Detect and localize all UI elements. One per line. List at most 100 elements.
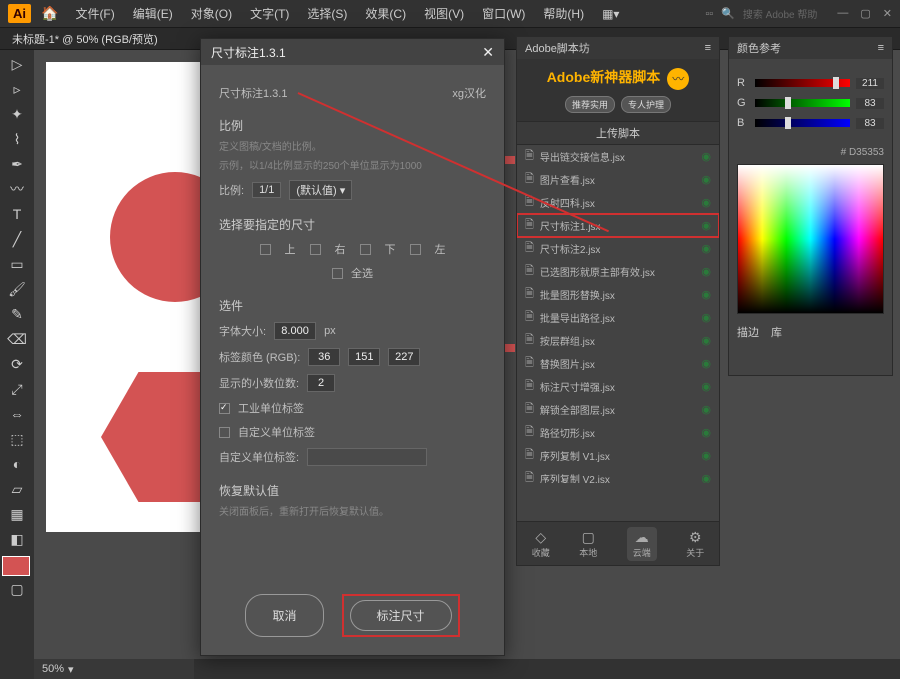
color-tab[interactable]: 颜色参考	[737, 40, 781, 56]
menu-object[interactable]: 对象(O)	[184, 5, 239, 22]
color-panel-menu-icon[interactable]: ≡	[878, 42, 884, 54]
font-size-input[interactable]	[274, 322, 316, 340]
script-item[interactable]: 🗎已选图形就原主部有效.jsx◉	[517, 260, 719, 283]
script-item[interactable]: 🗎序列复制 V2.jsx◉	[517, 467, 719, 483]
gradient-tool-icon[interactable]: ◧	[2, 527, 32, 551]
script-item[interactable]: 🗎导出链交接信息.jsx◉	[517, 145, 719, 168]
play-icon[interactable]: ◉	[701, 196, 711, 209]
scale-default-dropdown[interactable]: (默认值) ▾	[289, 180, 352, 200]
search-icon[interactable]: 🔍	[721, 7, 735, 20]
panel-menu-icon[interactable]: ≡	[705, 42, 711, 54]
b-slider[interactable]	[755, 119, 850, 127]
swatch-tab-library[interactable]: 库	[771, 324, 782, 340]
script-item[interactable]: 🗎路径切形.jsx◉	[517, 421, 719, 444]
curvature-tool-icon[interactable]: 〰	[2, 177, 32, 201]
script-item[interactable]: 🗎按层群组.jsx◉	[517, 329, 719, 352]
script-item[interactable]: 🗎序列复制 V1.jsx◉	[517, 444, 719, 467]
bottom-nav-item[interactable]: ▢本地	[579, 529, 597, 559]
scale-tool-icon[interactable]: ⤢	[2, 377, 32, 401]
play-icon[interactable]: ◉	[701, 334, 711, 347]
menu-extra-icon[interactable]: ▦▾	[595, 7, 626, 21]
script-item[interactable]: 🗎反射四科.jsx◉	[517, 191, 719, 214]
free-transform-icon[interactable]: ⬚	[2, 427, 32, 451]
shaper-tool-icon[interactable]: ✎	[2, 302, 32, 326]
play-icon[interactable]: ◉	[701, 265, 711, 278]
direct-select-tool-icon[interactable]: ▹	[2, 77, 32, 101]
menu-effect[interactable]: 效果(C)	[358, 5, 413, 22]
script-item[interactable]: 🗎批量导出路径.jsx◉	[517, 306, 719, 329]
play-icon[interactable]: ◉	[701, 472, 711, 483]
cb-bottom[interactable]	[360, 244, 371, 255]
perspective-tool-icon[interactable]: ▱	[2, 477, 32, 501]
play-icon[interactable]: ◉	[701, 449, 711, 462]
close-icon[interactable]: ✕	[883, 7, 892, 20]
scale-dropdown[interactable]: 1/1	[252, 182, 281, 198]
scripts-tab[interactable]: Adobe脚本坊	[525, 40, 590, 56]
pen-tool-icon[interactable]: ✒	[2, 152, 32, 176]
screen-mode-icon[interactable]: ▢	[2, 577, 32, 601]
menu-help[interactable]: 帮助(H)	[536, 5, 591, 22]
eraser-tool-icon[interactable]: ⌫	[2, 327, 32, 351]
script-item[interactable]: 🗎尺寸标注2.jsx◉	[517, 237, 719, 260]
script-item[interactable]: 🗎替换图片.jsx◉	[517, 352, 719, 375]
menu-select[interactable]: 选择(S)	[300, 5, 354, 22]
cb-custom[interactable]	[219, 427, 230, 438]
rotate-tool-icon[interactable]: ⟳	[2, 352, 32, 376]
play-icon[interactable]: ◉	[701, 426, 711, 439]
banner-btn-1[interactable]: 推荐实用	[565, 96, 615, 113]
type-tool-icon[interactable]: T	[2, 202, 32, 226]
wand-tool-icon[interactable]: ✦	[2, 102, 32, 126]
r-value[interactable]: 211	[856, 78, 884, 89]
cancel-button[interactable]: 取消	[245, 594, 323, 637]
bottom-nav-item[interactable]: ⚙关于	[686, 529, 704, 559]
cb-all[interactable]	[332, 268, 343, 279]
dialog-close-icon[interactable]: ✕	[482, 44, 494, 61]
decimals-input[interactable]	[307, 374, 335, 392]
g-value[interactable]: 83	[856, 98, 884, 109]
hex-value[interactable]: # D35353	[729, 147, 892, 158]
menu-edit[interactable]: 编辑(E)	[126, 5, 180, 22]
ok-button[interactable]: 标注尺寸	[350, 600, 452, 631]
play-icon[interactable]: ◉	[701, 242, 711, 255]
script-item[interactable]: 🗎图片查看.jsx◉	[517, 168, 719, 191]
script-item[interactable]: 🗎解锁全部图层.jsx◉	[517, 398, 719, 421]
line-tool-icon[interactable]: ╱	[2, 227, 32, 251]
menu-type[interactable]: 文字(T)	[243, 5, 296, 22]
maximize-icon[interactable]: ▢	[860, 7, 870, 20]
cb-left[interactable]	[410, 244, 421, 255]
play-icon[interactable]: ◉	[701, 311, 711, 324]
banner-btn-2[interactable]: 专人护理	[621, 96, 671, 113]
b-value[interactable]: 83	[856, 118, 884, 129]
bottom-nav-item[interactable]: ◇收藏	[532, 529, 550, 559]
minimize-icon[interactable]: —	[837, 7, 848, 20]
play-icon[interactable]: ◉	[701, 380, 711, 393]
script-list[interactable]: 🗎导出链交接信息.jsx◉🗎图片查看.jsx◉🗎反射四科.jsx◉🗎尺寸标注1.…	[517, 145, 719, 483]
color-spectrum[interactable]	[737, 164, 884, 314]
shape-builder-icon[interactable]: ◐	[2, 452, 32, 476]
play-icon[interactable]: ◉	[701, 150, 711, 163]
script-item[interactable]: 🗎尺寸标注1.jsx◉	[517, 214, 719, 237]
home-icon[interactable]: 🏠	[41, 5, 58, 22]
fill-swatch[interactable]	[2, 556, 30, 576]
cb-industrial[interactable]	[219, 403, 230, 414]
script-item[interactable]: 🗎标注尺寸增强.jsx◉	[517, 375, 719, 398]
brush-tool-icon[interactable]: 🖌	[2, 277, 32, 301]
rect-tool-icon[interactable]: ▭	[2, 252, 32, 276]
menu-view[interactable]: 视图(V)	[417, 5, 471, 22]
menu-file[interactable]: 文件(F)	[68, 5, 121, 22]
swatch-tab-stroke[interactable]: 描边	[737, 324, 759, 340]
zoom-level[interactable]: 50%	[42, 663, 64, 675]
cb-right[interactable]	[310, 244, 321, 255]
selection-tool-icon[interactable]: ▷	[2, 52, 32, 76]
width-tool-icon[interactable]: ⇔	[2, 402, 32, 426]
script-item[interactable]: 🗎批量图形替换.jsx◉	[517, 283, 719, 306]
play-icon[interactable]: ◉	[701, 403, 711, 416]
cb-top[interactable]	[260, 244, 271, 255]
color-r-input[interactable]	[308, 348, 340, 366]
bottom-nav-item[interactable]: ☁云端	[627, 527, 657, 561]
menu-window[interactable]: 窗口(W)	[475, 5, 532, 22]
mesh-tool-icon[interactable]: ▦	[2, 502, 32, 526]
play-icon[interactable]: ◉	[701, 357, 711, 370]
play-icon[interactable]: ◉	[701, 288, 711, 301]
layout-icon[interactable]: ▫▫	[705, 8, 713, 20]
